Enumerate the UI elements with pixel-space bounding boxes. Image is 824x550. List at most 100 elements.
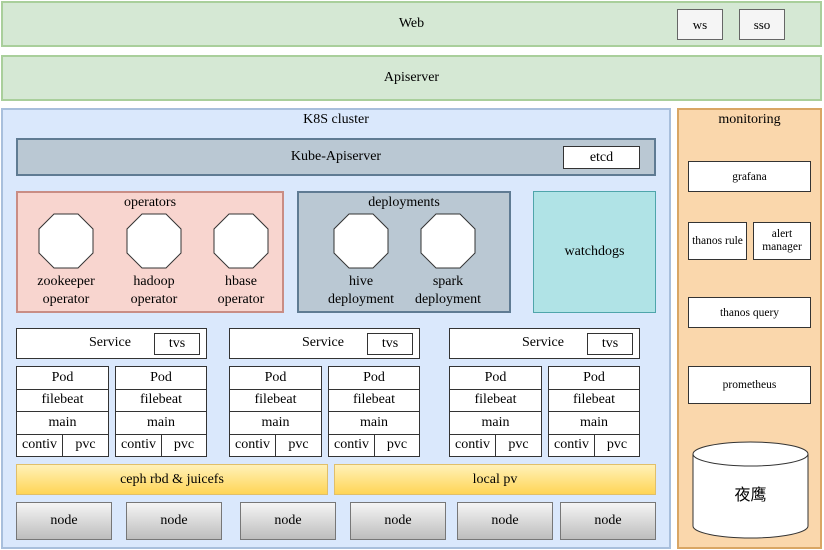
service-box-3: Service tvs xyxy=(449,328,640,359)
pod-contiv: contiv xyxy=(450,434,496,456)
pod-sidecar: filebeat xyxy=(450,390,541,412)
kube-apiserver-label: Kube-Apiserver xyxy=(290,149,382,164)
hadoop-operator-label: hadoop operator xyxy=(104,273,204,309)
service-tag-1: tvs xyxy=(154,333,200,355)
pod-3-2: Pod filebeat main contiv pvc xyxy=(548,366,640,457)
etcd-box: etcd xyxy=(563,146,640,169)
service-tag-2: tvs xyxy=(367,333,413,355)
pod-1-1: Pod filebeat main contiv pvc xyxy=(16,366,109,457)
hbase-operator-line2: operator xyxy=(217,292,265,307)
pod-main: main xyxy=(329,412,419,435)
grafana-box: grafana xyxy=(688,161,811,192)
pod-title: Pod xyxy=(17,367,108,390)
k8s-cluster-title: K8S cluster xyxy=(1,110,671,130)
zookeeper-operator-line2: operator xyxy=(42,292,90,307)
pod-sidecar: filebeat xyxy=(549,390,639,412)
watchdogs-box: watchdogs xyxy=(533,191,656,313)
service-label-1: Service xyxy=(89,335,131,350)
deployments-title-text: deployments xyxy=(368,195,440,210)
zookeeper-operator-line1: zookeeper xyxy=(37,274,95,289)
node-label: node xyxy=(274,513,302,528)
deployments-title: deployments xyxy=(297,194,511,212)
local-pv-label: local pv xyxy=(472,471,518,487)
prometheus-box: prometheus xyxy=(688,366,811,404)
local-pv-storage: local pv xyxy=(334,464,656,495)
service-label-3: Service xyxy=(522,335,564,350)
hbase-operator-icon xyxy=(213,213,269,269)
pod-pvc: pvc xyxy=(606,437,628,453)
node-label: node xyxy=(160,513,188,528)
pod-pvc: pvc xyxy=(288,437,309,453)
pod-1-2: Pod filebeat main contiv pvc xyxy=(115,366,207,457)
thanos-query-box: thanos query xyxy=(688,297,811,328)
service-label-2: Service xyxy=(302,335,344,350)
pod-2-1: Pod filebeat main contiv pvc xyxy=(229,366,322,457)
pod-main: main xyxy=(549,412,639,435)
service-tag-text-2: tvs xyxy=(381,336,399,351)
service-box-2: Service tvs xyxy=(229,328,420,359)
pod-pvc: pvc xyxy=(75,437,96,453)
hadoop-operator-line2: operator xyxy=(130,292,178,307)
node-5: node xyxy=(457,502,553,540)
thanos-rule-label: thanos rule xyxy=(692,235,743,247)
hive-deployment-icon xyxy=(333,213,389,269)
web-label: Web xyxy=(398,16,425,31)
watchdogs-label: watchdogs xyxy=(564,244,625,259)
pod-title: Pod xyxy=(450,367,541,390)
kube-apiserver: Kube-Apiserver xyxy=(16,138,656,176)
pod-pvc: pvc xyxy=(508,437,529,453)
hive-deployment-line1: hive xyxy=(348,274,374,289)
node-6: node xyxy=(560,502,656,540)
pod-main: main xyxy=(450,412,541,435)
ws-button[interactable]: ws xyxy=(677,9,723,40)
pod-pvc: pvc xyxy=(386,437,408,453)
service-tag-text-1: tvs xyxy=(168,336,186,351)
pod-title: Pod xyxy=(116,367,206,390)
pod-contiv: contiv xyxy=(116,434,162,456)
operators-title: operators xyxy=(16,194,284,212)
pod-sidecar: filebeat xyxy=(230,390,321,412)
apiserver-label: Apiserver xyxy=(383,70,440,85)
node-label: node xyxy=(384,513,412,528)
k8s-cluster-title-text: K8S cluster xyxy=(303,112,369,127)
hbase-operator-line1: hbase xyxy=(225,274,257,289)
hbase-operator-label: hbase operator xyxy=(191,273,291,309)
service-tag-text-3: tvs xyxy=(601,336,619,351)
pod-contiv: contiv xyxy=(329,434,375,456)
database-label-text: 夜鹰 xyxy=(734,485,767,504)
sso-label: sso xyxy=(753,16,771,32)
node-2: node xyxy=(126,502,222,540)
sso-button[interactable]: sso xyxy=(739,9,785,40)
node-label: node xyxy=(594,513,622,528)
apiserver-layer: Apiserver xyxy=(1,55,822,101)
grafana-label: grafana xyxy=(732,170,767,183)
node-label: node xyxy=(491,513,519,528)
node-3: node xyxy=(240,502,336,540)
hive-deployment-line2: deployment xyxy=(327,292,395,307)
pod-main: main xyxy=(17,412,108,435)
pod-title: Pod xyxy=(329,367,419,390)
pod-title: Pod xyxy=(549,367,639,390)
spark-deployment-label: spark deployment xyxy=(398,273,498,309)
etcd-label: etcd xyxy=(589,149,614,165)
zookeeper-operator-icon xyxy=(38,213,94,269)
prometheus-label: prometheus xyxy=(722,379,777,391)
node-label: node xyxy=(50,513,78,528)
pod-contiv: contiv xyxy=(549,434,595,456)
pod-main: main xyxy=(116,412,206,435)
operators-title-text: operators xyxy=(123,195,177,210)
pod-title: Pod xyxy=(230,367,321,390)
thanos-query-label: thanos query xyxy=(719,306,780,319)
database-label: 夜鹰 xyxy=(692,478,809,508)
spark-deployment-line1: spark xyxy=(432,274,464,289)
hadoop-operator-line1: hadoop xyxy=(133,274,175,289)
service-box-1: Service tvs xyxy=(16,328,207,359)
service-tag-3: tvs xyxy=(587,333,633,355)
ws-label: ws xyxy=(692,16,708,32)
pod-sidecar: filebeat xyxy=(116,390,206,412)
pod-main: main xyxy=(230,412,321,435)
node-4: node xyxy=(350,502,446,540)
ceph-juicefs-storage: ceph rbd & juicefs xyxy=(16,464,328,495)
hadoop-operator-icon xyxy=(126,213,182,269)
pod-sidecar: filebeat xyxy=(17,390,108,412)
